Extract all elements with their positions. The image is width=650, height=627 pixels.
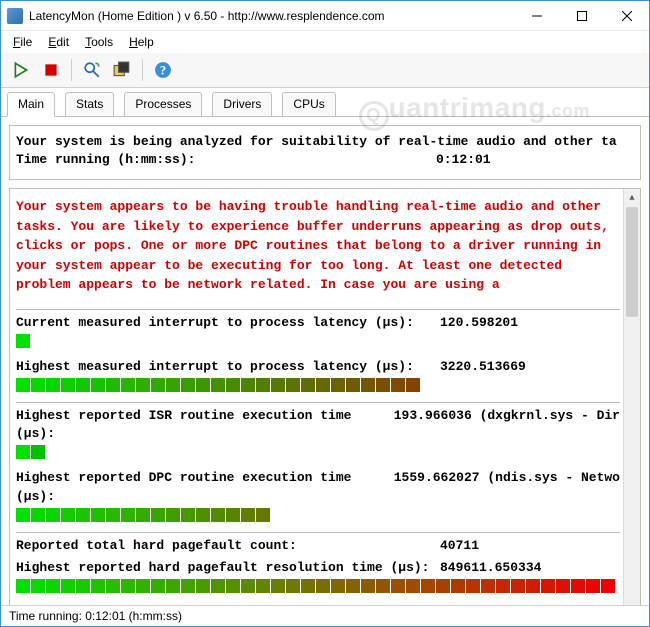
tab-processes[interactable]: Processes bbox=[124, 92, 202, 116]
scroll-up-icon[interactable]: ▲ bbox=[624, 189, 640, 206]
tabs: Main Stats Processes Drivers CPUs bbox=[1, 88, 649, 117]
divider bbox=[16, 532, 620, 533]
bar-dpc bbox=[16, 508, 620, 522]
toolbar-separator-2 bbox=[142, 59, 143, 81]
bar-current-latency bbox=[16, 334, 620, 348]
tab-drivers[interactable]: Drivers bbox=[212, 92, 272, 116]
status-text: Time running: 0:12:01 (h:mm:ss) bbox=[9, 609, 182, 623]
metric-value-pagefault-time: 849611.650334 bbox=[440, 559, 620, 577]
time-running-value: 0:12:01 bbox=[436, 149, 491, 171]
close-button[interactable] bbox=[604, 1, 649, 30]
titlebar[interactable]: LatencyMon (Home Edition ) v 6.50 - http… bbox=[1, 1, 649, 31]
tab-stats[interactable]: Stats bbox=[65, 92, 114, 116]
svg-text:?: ? bbox=[160, 64, 166, 78]
minimize-button[interactable] bbox=[514, 1, 559, 30]
app-window: LatencyMon (Home Edition ) v 6.50 - http… bbox=[0, 0, 650, 627]
search-button[interactable] bbox=[78, 57, 106, 83]
toolbar-separator bbox=[71, 59, 72, 81]
warning-text: Your system appears to be having trouble… bbox=[16, 197, 620, 295]
window-title: LatencyMon (Home Edition ) v 6.50 - http… bbox=[29, 9, 514, 23]
content-area: Your system is being analyzed for suitab… bbox=[1, 117, 649, 605]
help-button[interactable]: ? bbox=[149, 57, 177, 83]
metric-label-pagefault-time: Highest reported hard pagefault resoluti… bbox=[16, 559, 440, 577]
menu-file[interactable]: File bbox=[7, 33, 38, 51]
report-panel: Your system appears to be having trouble… bbox=[9, 188, 641, 605]
bar-pagefault bbox=[16, 579, 620, 593]
metric-value-highest-latency: 3220.513669 bbox=[440, 358, 620, 376]
menu-edit[interactable]: Edit bbox=[42, 33, 75, 51]
statusbar: Time running: 0:12:01 (h:mm:ss) bbox=[1, 605, 649, 626]
maximize-button[interactable] bbox=[559, 1, 604, 30]
bar-highest-latency bbox=[16, 378, 620, 392]
metric-value-isr: 193.966036 (dxgkrnl.sys - Dir bbox=[394, 407, 620, 443]
play-button[interactable] bbox=[7, 57, 35, 83]
divider bbox=[16, 402, 620, 403]
metric-label-highest-latency: Highest measured interrupt to process la… bbox=[16, 358, 440, 376]
menu-help[interactable]: Help bbox=[123, 33, 160, 51]
tab-cpus[interactable]: CPUs bbox=[282, 92, 335, 116]
metric-value-dpc: 1559.662027 (ndis.sys - Netwo bbox=[394, 469, 620, 505]
menu-tools[interactable]: Tools bbox=[79, 33, 119, 51]
scrollbar[interactable]: ▲ ▼ bbox=[623, 189, 640, 605]
analyzing-text: Your system is being analyzed for suitab… bbox=[16, 134, 634, 149]
app-icon bbox=[7, 8, 23, 24]
windows-button[interactable] bbox=[108, 57, 136, 83]
metric-label-current-latency: Current measured interrupt to process la… bbox=[16, 314, 440, 332]
metric-label-isr: Highest reported ISR routine execution t… bbox=[16, 407, 394, 443]
metric-label-pagefault-count: Reported total hard pagefault count: bbox=[16, 537, 440, 555]
metric-label-dpc: Highest reported DPC routine execution t… bbox=[16, 469, 394, 505]
stop-button[interactable] bbox=[37, 57, 65, 83]
scroll-thumb[interactable] bbox=[626, 207, 638, 317]
divider bbox=[16, 309, 620, 310]
time-running-label: Time running (h:mm:ss): bbox=[16, 149, 436, 171]
header-box: Your system is being analyzed for suitab… bbox=[9, 125, 641, 180]
metric-value-current-latency: 120.598201 bbox=[440, 314, 620, 332]
menubar: File Edit Tools Help bbox=[1, 31, 649, 53]
tab-main[interactable]: Main bbox=[7, 92, 55, 117]
metric-value-pagefault-count: 40711 bbox=[440, 537, 620, 555]
bar-isr bbox=[16, 445, 620, 459]
toolbar: ? bbox=[1, 53, 649, 88]
